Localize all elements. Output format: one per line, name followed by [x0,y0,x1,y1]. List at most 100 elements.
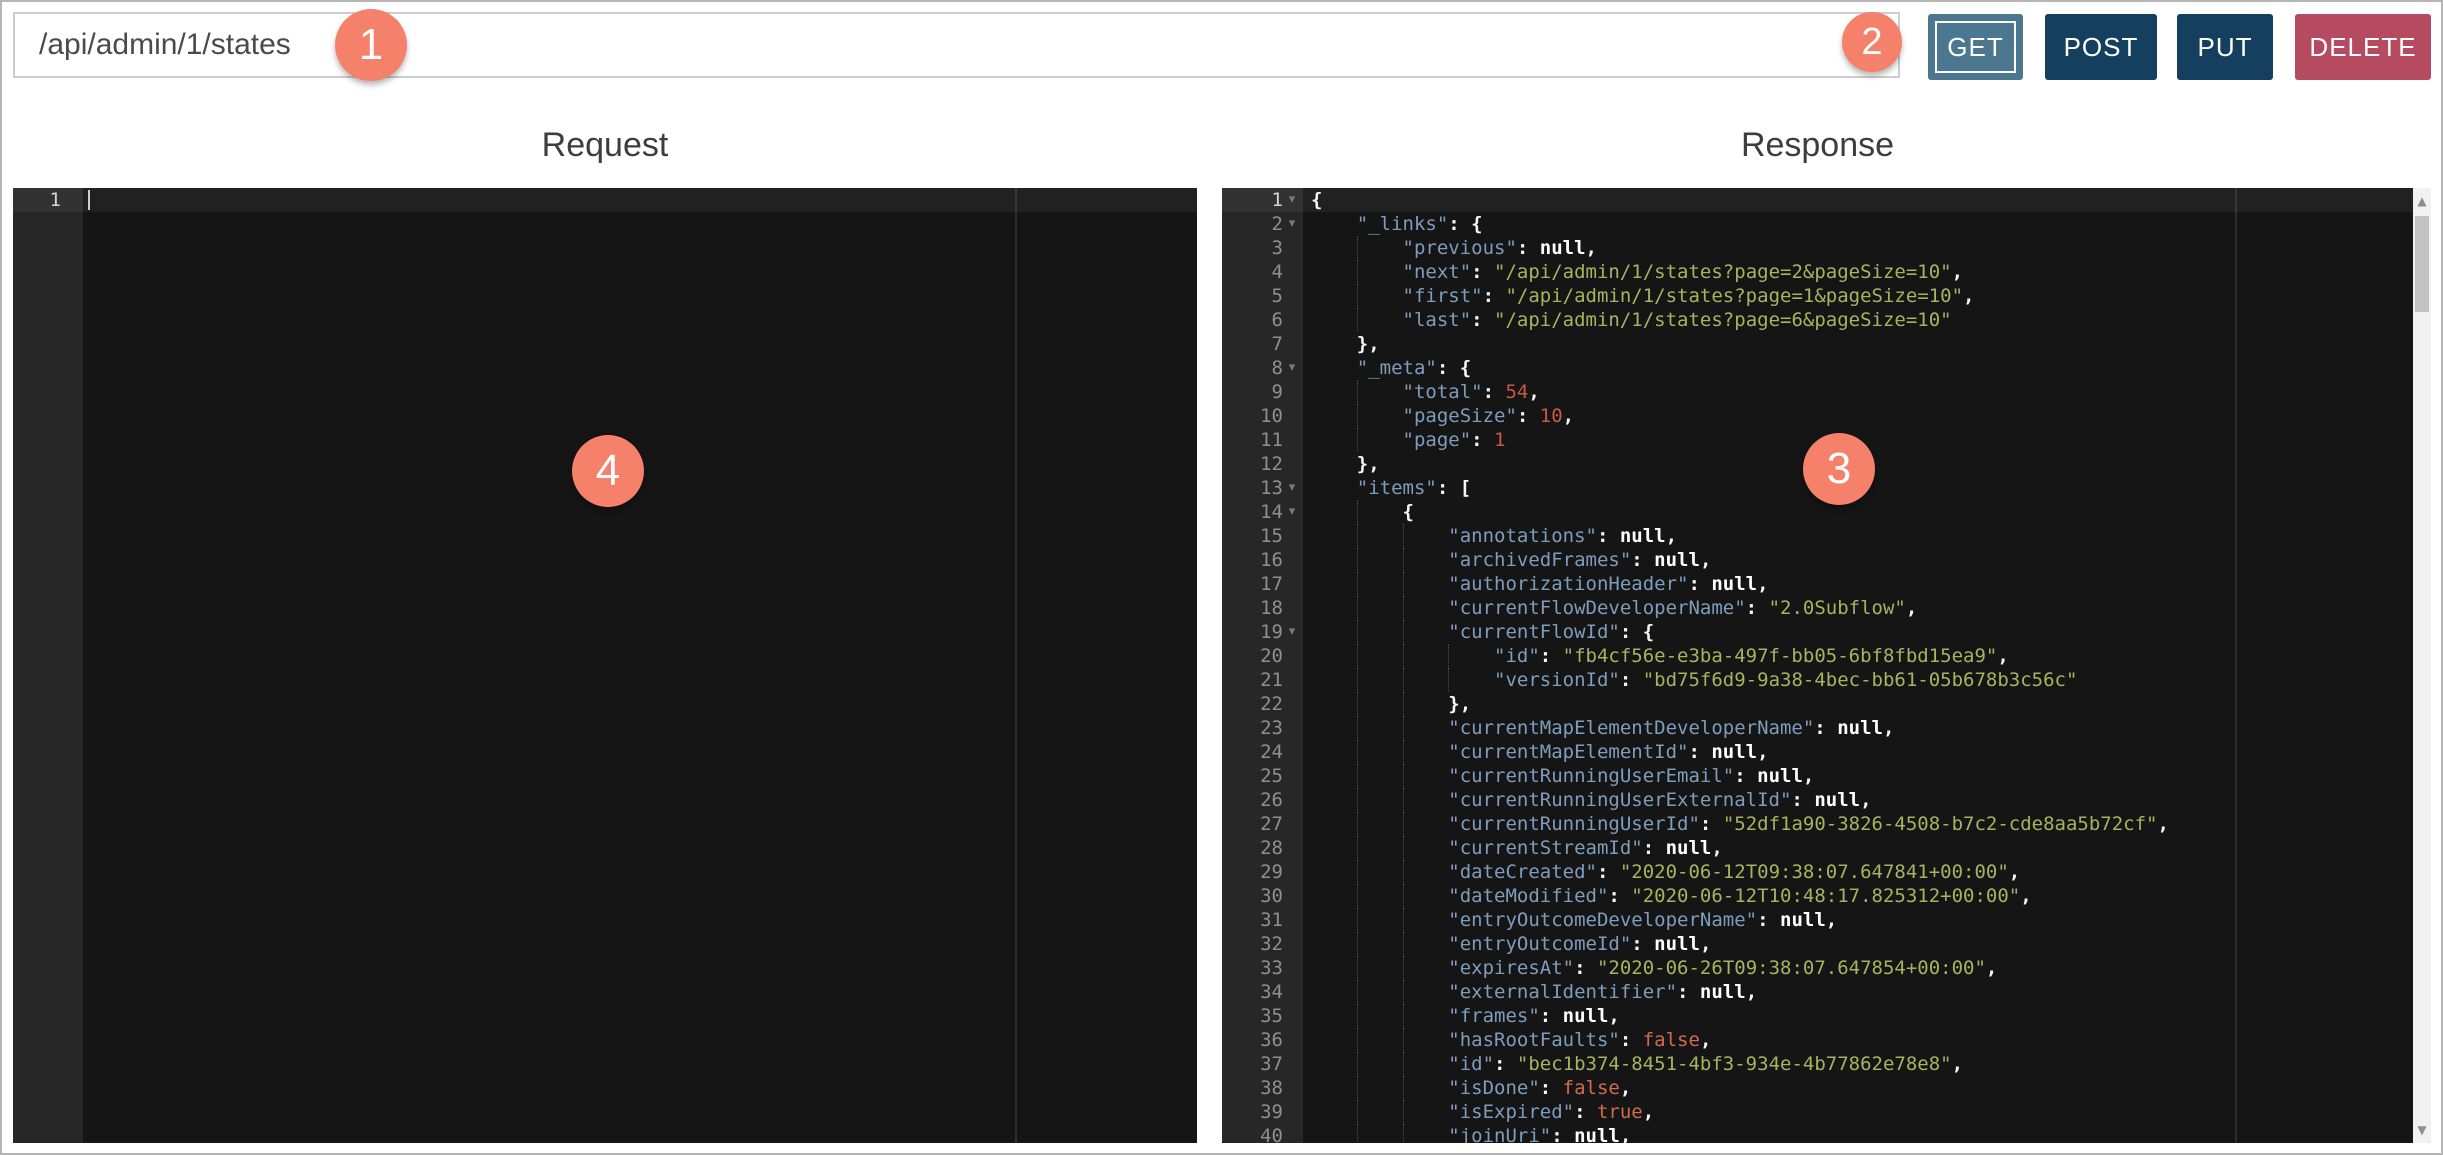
fold-toggle-icon[interactable]: ▾ [1283,620,1301,644]
line-number: 20 [1260,645,1283,667]
code-line: 15 "annotations": null, [1260,524,1678,548]
code-line: 2 ▾ "_links": { [1271,212,1483,236]
request-editor[interactable]: 1 [13,188,1197,1143]
code-line: 14 ▾{ [1260,500,1414,524]
line-number: 16 [1260,549,1283,571]
line-number: 25 [1260,765,1283,787]
api-explorer-window: GET POST PUT DELETE 1 2 3 4 Request Resp… [0,0,2443,1155]
line-number: 37 [1260,1053,1283,1075]
code-line: 4 "next": "/api/admin/1/states?page=2&pag… [1271,260,1964,284]
code-line: 28 "currentStreamId": null, [1260,836,1723,860]
get-button[interactable]: GET [1928,14,2023,80]
code-line: 3 "previous": null, [1271,236,1597,260]
code-line: 37 "id": "bec1b374-8451-4bf3-934e-4b77862… [1260,1052,1964,1076]
code-line: 18 "currentFlowDeveloperName": "2.0Subflo… [1260,596,1918,620]
line-number: 13 [1260,477,1283,499]
line-number: 15 [1260,525,1283,547]
line-number: 29 [1260,861,1283,883]
code-line: 32 "entryOutcomeId": null, [1260,932,1712,956]
step-1-badge: 1 [335,9,407,81]
fold-toggle-icon[interactable]: ▾ [1283,476,1301,500]
line-number: 8 [1271,357,1283,379]
text-cursor [88,190,90,210]
line-number: 4 [1271,261,1283,283]
line-number: 7 [1271,333,1283,355]
code-line: 39 "isExpired": true, [1260,1100,1655,1124]
code-line: 35 "frames": null, [1260,1004,1620,1028]
code-line: 7}, [1271,333,1380,355]
code-line: 9 "total": 54, [1271,380,1540,404]
line-number: 38 [1260,1077,1283,1099]
line-number: 18 [1260,597,1283,619]
fold-toggle-icon[interactable]: ▾ [1283,500,1301,524]
scrollbar-thumb[interactable] [2415,216,2429,312]
code-line: 5 "first": "/api/admin/1/states?page=1&pa… [1271,284,1975,308]
line-number: 33 [1260,957,1283,979]
code-line: 19 ▾ "currentFlowId": { [1260,620,1655,644]
code-line: 23 "currentMapElementDeveloperName": null… [1260,716,1895,740]
step-3-badge: 3 [1803,433,1875,505]
line-number: 5 [1271,285,1283,307]
line-number: 9 [1271,381,1283,403]
line-number: 24 [1260,741,1283,763]
response-editor[interactable]: 1 ▾{2 ▾ "_links": {3 "previous": null, 4 "next… [1222,188,2413,1143]
line-number: 30 [1260,885,1283,907]
line-number: 10 [1260,405,1283,427]
code-line: 26 "currentRunningUserExternalId": null, [1260,788,1872,812]
fold-toggle-icon[interactable]: ▾ [1283,356,1301,380]
code-line: 34 "externalIdentifier": null, [1260,980,1758,1004]
code-line: 6 "last": "/api/admin/1/states?page=6&pag… [1271,308,1952,332]
print-margin-ruler [1015,188,1017,1143]
line-number: 14 [1260,501,1283,523]
line-number: 12 [1260,453,1283,475]
line-number: 22 [1260,693,1283,715]
put-button[interactable]: PUT [2177,14,2273,80]
scroll-up-icon[interactable]: ▲ [2413,188,2431,214]
code-line: 20 "id": "fb4cf56e-e3ba-497f-bb05-6bf8fbd… [1260,644,2009,668]
code-line: 36 "hasRootFaults": false, [1260,1028,1712,1052]
line-number: 39 [1260,1101,1283,1123]
code-line: 33 "expiresAt": "2020-06-26T09:38:07.6478… [1260,956,1998,980]
code-line: 1 [13,188,1197,212]
line-number: 1 [1271,189,1283,211]
code-line: 29 "dateCreated": "2020-06-12T09:38:07.64… [1260,860,2021,884]
line-number: 17 [1260,573,1283,595]
line-number: 23 [1260,717,1283,739]
line-number: 32 [1260,933,1283,955]
code-line: 21 "versionId": "bd75f6d9-9a38-4bec-bb61-… [1260,668,2078,692]
line-number: 19 [1260,621,1283,643]
delete-button[interactable]: DELETE [2295,14,2431,80]
line-number: 34 [1260,981,1283,1003]
fold-toggle-icon[interactable]: ▾ [1283,188,1301,212]
line-number: 36 [1260,1029,1283,1051]
scroll-down-icon[interactable]: ▼ [2413,1117,2431,1143]
line-number: 1 [49,189,61,211]
fold-toggle-icon[interactable]: ▾ [1283,212,1301,236]
code-line: 25 "currentRunningUserEmail": null, [1260,764,1815,788]
step-2-badge: 2 [1842,12,1902,72]
request-pane-title: Request [541,126,669,164]
line-number: 2 [1271,213,1283,235]
url-input[interactable] [13,12,1900,78]
request-gutter [13,188,83,1143]
response-scrollbar[interactable]: ▲ ▼ [2413,188,2431,1143]
line-number: 40 [1260,1125,1283,1143]
code-line: 31 "entryOutcomeDeveloperName": null, [1260,908,1838,932]
code-line: 40 "joinUri": null, [1222,1124,2413,1143]
line-number: 35 [1260,1005,1283,1027]
code-line: 1 ▾{ [1222,188,2413,212]
line-number: 27 [1260,813,1283,835]
code-line: 8 ▾ "_meta": { [1271,356,1472,380]
line-number: 26 [1260,789,1283,811]
code-line: 17 "authorizationHeader": null, [1260,572,1769,596]
line-number: 11 [1260,429,1283,451]
code-line: 30 "dateModified": "2020-06-12T10:48:17.8… [1260,884,2032,908]
code-line: 22}, [1260,692,1472,716]
line-number: 3 [1271,237,1283,259]
line-number: 21 [1260,669,1283,691]
response-pane-title: Response [1740,126,1895,164]
post-button[interactable]: POST [2045,14,2157,80]
code-line: 38 "isDone": false, [1260,1076,1632,1100]
line-number: 6 [1271,309,1283,331]
line-number: 31 [1260,909,1283,931]
